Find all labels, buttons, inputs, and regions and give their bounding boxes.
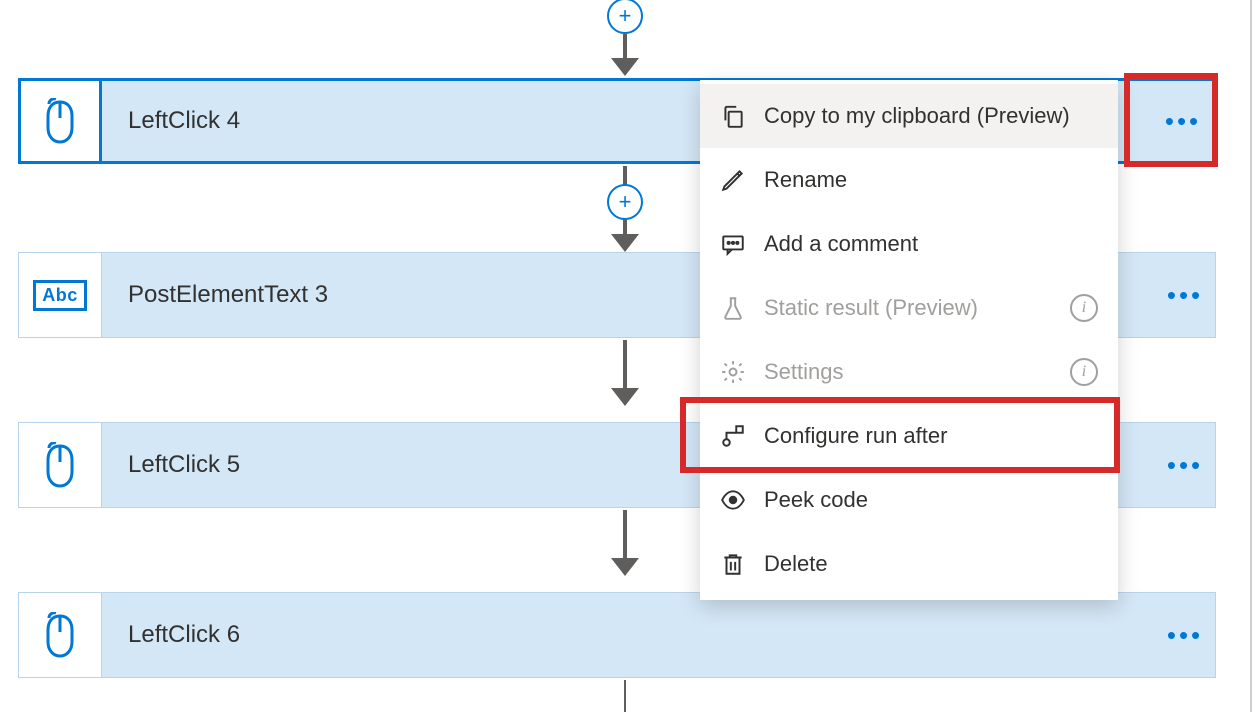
flow-canvas: + LeftClick 4 ••• + Abc PostElementText …: [0, 0, 1252, 712]
connector-arrow-icon: [611, 388, 639, 406]
menu-peek-code[interactable]: Peek code: [700, 468, 1118, 532]
comment-icon: [720, 231, 764, 257]
info-icon[interactable]: i: [1070, 358, 1098, 386]
connector-arrow-icon: [611, 58, 639, 76]
eye-icon: [720, 487, 764, 513]
more-icon: •••: [1167, 280, 1203, 311]
menu-label: Settings: [764, 359, 1070, 385]
connector-line: [623, 34, 627, 60]
mouse-icon: [40, 612, 80, 658]
card-title: LeftClick 6: [102, 621, 1155, 649]
menu-label: Copy to my clipboard (Preview): [764, 103, 1098, 129]
connector-line: [624, 680, 626, 712]
menu-add-comment[interactable]: Add a comment: [700, 212, 1118, 276]
mouse-icon: [40, 98, 80, 144]
card-more-button[interactable]: •••: [1155, 253, 1215, 337]
plus-icon: +: [619, 191, 632, 213]
plus-icon: +: [619, 5, 632, 27]
run-after-icon: [720, 423, 764, 449]
menu-static-result: Static result (Preview) i: [700, 276, 1118, 340]
connector-arrow-icon: [611, 234, 639, 252]
card-more-button[interactable]: •••: [1155, 593, 1215, 677]
flask-icon: [720, 295, 764, 321]
card-icon: [18, 422, 102, 508]
menu-label: Peek code: [764, 487, 1098, 513]
add-step-button[interactable]: +: [607, 184, 643, 220]
more-icon: •••: [1167, 450, 1203, 481]
gear-icon: [720, 359, 764, 385]
menu-label: Add a comment: [764, 231, 1098, 257]
abc-icon: Abc: [33, 280, 87, 311]
copy-icon: [720, 103, 764, 129]
action-card-leftclick-6[interactable]: LeftClick 6 •••: [18, 592, 1216, 678]
card-icon: [18, 592, 102, 678]
add-step-button[interactable]: +: [607, 0, 643, 34]
menu-label: Delete: [764, 551, 1098, 577]
menu-delete[interactable]: Delete: [700, 532, 1118, 596]
action-context-menu: Copy to my clipboard (Preview) Rename Ad…: [700, 80, 1118, 600]
connector-arrow-icon: [611, 558, 639, 576]
more-icon: •••: [1165, 106, 1201, 137]
connector-line: [623, 510, 627, 560]
menu-configure-run-after[interactable]: Configure run after: [700, 404, 1118, 468]
menu-label: Configure run after: [764, 423, 1098, 449]
trash-icon: [720, 551, 764, 577]
connector-line: [623, 340, 627, 390]
connector-line: [623, 166, 627, 186]
menu-copy[interactable]: Copy to my clipboard (Preview): [700, 84, 1118, 148]
info-icon[interactable]: i: [1070, 294, 1098, 322]
pencil-icon: [720, 167, 764, 193]
menu-label: Static result (Preview): [764, 295, 1070, 321]
more-icon: •••: [1167, 620, 1203, 651]
card-icon: Abc: [18, 252, 102, 338]
card-more-button[interactable]: •••: [1153, 81, 1213, 161]
menu-label: Rename: [764, 167, 1098, 193]
card-icon: [18, 78, 102, 164]
card-more-button[interactable]: •••: [1155, 423, 1215, 507]
menu-rename[interactable]: Rename: [700, 148, 1118, 212]
mouse-icon: [40, 442, 80, 488]
menu-settings: Settings i: [700, 340, 1118, 404]
